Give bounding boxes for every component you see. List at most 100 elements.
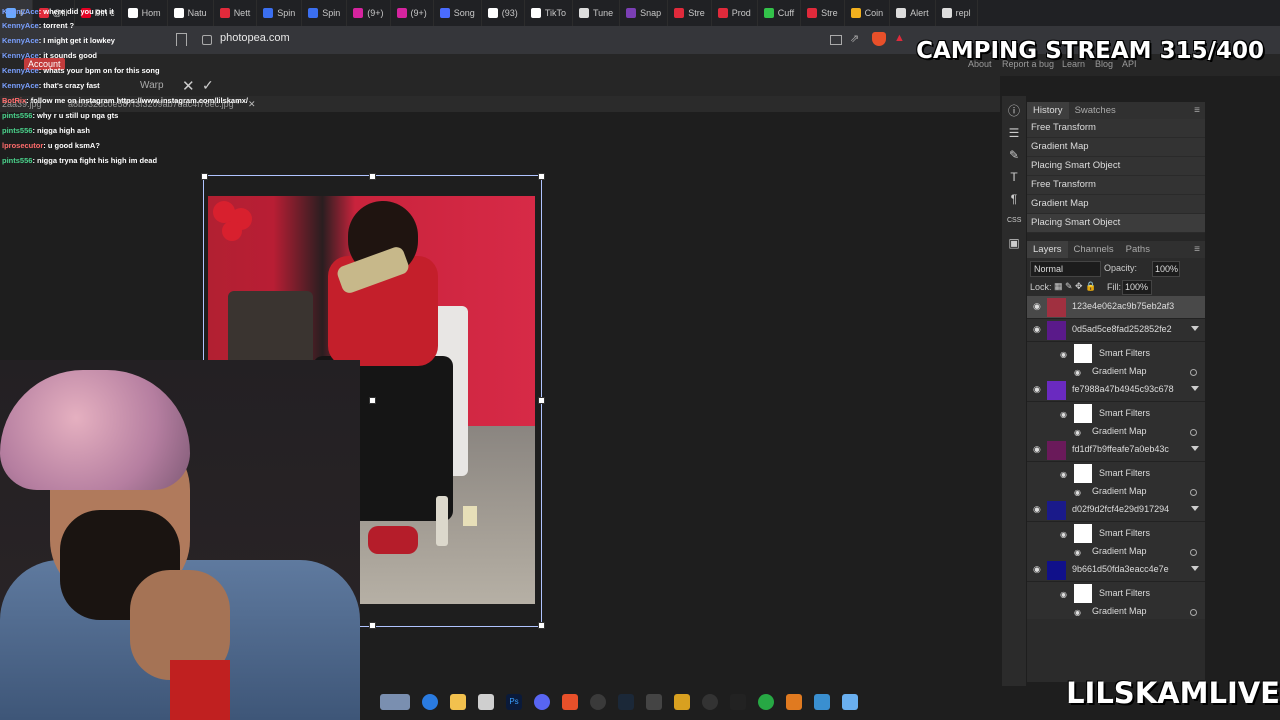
eye-icon[interactable]: ◉ [1060, 530, 1067, 539]
app-icon[interactable] [758, 694, 774, 710]
share-icon[interactable]: ⇗ [850, 32, 864, 46]
browser-tab[interactable]: (93) [482, 0, 525, 26]
eye-icon[interactable]: ◉ [1060, 470, 1067, 479]
discord-icon[interactable] [534, 694, 550, 710]
close-tab-icon[interactable]: ✕ [248, 99, 256, 110]
fill-field[interactable]: 100% [1122, 280, 1152, 295]
expand-arrow-icon[interactable] [1191, 506, 1199, 511]
gradient-map-filter-row[interactable]: ◉ Gradient Map [1027, 425, 1205, 439]
history-item[interactable]: Gradient Map [1027, 195, 1205, 214]
layer-row[interactable]: ◉ 0d5ad5ce8fad252852fe2 [1027, 319, 1205, 342]
transform-handle[interactable] [369, 622, 376, 629]
cast-icon[interactable] [830, 35, 842, 45]
history-item[interactable]: Placing Smart Object [1027, 157, 1205, 176]
filter-options-icon[interactable] [1190, 609, 1197, 616]
browser-tab[interactable]: (9+) [347, 0, 391, 26]
eye-icon[interactable]: ◉ [1033, 565, 1042, 574]
store-icon[interactable] [478, 694, 494, 710]
image-icon[interactable]: ▣ [1007, 236, 1021, 250]
expand-arrow-icon[interactable] [1191, 566, 1199, 571]
smart-filters-row[interactable]: ◉ Smart Filters [1027, 462, 1205, 485]
eye-icon[interactable]: ◉ [1074, 428, 1081, 437]
taskbar-app-icon[interactable] [380, 694, 410, 710]
browser-tab[interactable]: (9+) [391, 0, 434, 26]
transform-handle[interactable] [538, 397, 545, 404]
history-item[interactable]: Free Transform [1027, 176, 1205, 195]
smart-filters-row[interactable]: ◉ Smart Filters [1027, 402, 1205, 425]
properties-icon[interactable]: ☰ [1007, 126, 1021, 140]
eye-icon[interactable]: ◉ [1060, 350, 1067, 359]
gradient-map-filter-row[interactable]: ◉ Gradient Map [1027, 545, 1205, 559]
eye-icon[interactable]: ◉ [1074, 488, 1081, 497]
browser-tab[interactable]: Coin [845, 0, 891, 26]
eye-icon[interactable]: ◉ [1060, 410, 1067, 419]
smart-filters-row[interactable]: ◉ Smart Filters [1027, 342, 1205, 365]
obs-icon[interactable] [590, 694, 606, 710]
site-info-icon[interactable] [202, 35, 212, 45]
history-item[interactable]: Placing Smart Object [1027, 214, 1205, 233]
gradient-map-filter-row[interactable]: ◉ Gradient Map [1027, 365, 1205, 379]
browser-tab[interactable]: Tune [573, 0, 621, 26]
eye-icon[interactable]: ◉ [1033, 505, 1042, 514]
notepad-icon[interactable] [842, 694, 858, 710]
transform-handle[interactable] [369, 173, 376, 180]
layer-row[interactable]: ◉ fd1df7b9ffeafe7a0eb43c [1027, 439, 1205, 462]
eye-icon[interactable]: ◉ [1060, 590, 1067, 599]
brush-icon[interactable]: ✎ [1007, 148, 1021, 162]
filter-options-icon[interactable] [1190, 369, 1197, 376]
tab-layers[interactable]: Layers [1027, 241, 1068, 258]
app-icon[interactable] [674, 694, 690, 710]
layer-row[interactable]: ◉ d02f9d2fcf4e29d917294 [1027, 499, 1205, 522]
folder-icon[interactable] [450, 694, 466, 710]
brave-icon[interactable] [562, 694, 578, 710]
edge-icon[interactable] [422, 694, 438, 710]
transform-handle[interactable] [201, 173, 208, 180]
steam-icon[interactable] [618, 694, 634, 710]
eye-icon[interactable]: ◉ [1033, 302, 1042, 311]
app-icon[interactable] [786, 694, 802, 710]
gradient-map-filter-row[interactable]: ◉ Gradient Map [1027, 605, 1205, 619]
paragraph-icon[interactable]: ¶ [1007, 192, 1021, 206]
panel-menu-icon[interactable]: ≡ [1194, 105, 1200, 116]
browser-tab[interactable]: Spin [257, 0, 303, 26]
url-field[interactable]: photopea.com [220, 32, 290, 44]
opacity-field[interactable]: 100% [1152, 261, 1180, 277]
eye-icon[interactable]: ◉ [1074, 548, 1081, 557]
browser-tab[interactable]: Hom [122, 0, 168, 26]
transform-handle[interactable] [538, 622, 545, 629]
browser-tab[interactable]: Song [434, 0, 482, 26]
browser-tab[interactable]: Alert [890, 0, 936, 26]
eye-icon[interactable]: ◉ [1033, 445, 1042, 454]
bookmark-icon[interactable] [176, 33, 187, 46]
layer-row[interactable]: ◉ 9b661d50fda3eacc4e7e [1027, 559, 1205, 582]
gradient-map-filter-row[interactable]: ◉ Gradient Map [1027, 485, 1205, 499]
character-icon[interactable]: T [1007, 170, 1021, 184]
eye-icon[interactable]: ◉ [1033, 325, 1042, 334]
capcut-icon[interactable] [730, 694, 746, 710]
filter-options-icon[interactable] [1190, 429, 1197, 436]
browser-tab[interactable]: repl [936, 0, 978, 26]
browser-tab[interactable]: Spin [302, 0, 348, 26]
layer-row[interactable]: ◉ 123e4e062ac9b75eb2af3 [1027, 296, 1205, 319]
tab-swatches[interactable]: Swatches [1069, 102, 1122, 119]
app-icon[interactable] [814, 694, 830, 710]
app-icon[interactable] [646, 694, 662, 710]
smart-filters-row[interactable]: ◉ Smart Filters [1027, 522, 1205, 545]
smart-filters-row[interactable]: ◉ Smart Filters [1027, 582, 1205, 605]
brave-rewards-icon[interactable]: ▲ [894, 32, 908, 46]
browser-tab[interactable]: Stre [801, 0, 845, 26]
transform-handle[interactable] [538, 173, 545, 180]
commit-transform-icon[interactable]: ✓ [202, 77, 214, 94]
brave-shield-icon[interactable] [872, 32, 886, 46]
tab-paths[interactable]: Paths [1120, 241, 1156, 258]
browser-tab[interactable]: Prod [712, 0, 758, 26]
browser-tab[interactable]: Cuff [758, 0, 802, 26]
panel-menu-icon[interactable]: ≡ [1194, 244, 1200, 255]
expand-arrow-icon[interactable] [1191, 386, 1199, 391]
lock-icons[interactable]: ▦ ✎ ✥ 🔒 [1054, 281, 1096, 292]
browser-tab[interactable]: Snap [620, 0, 669, 26]
history-item[interactable]: Gradient Map [1027, 138, 1205, 157]
filter-options-icon[interactable] [1190, 489, 1197, 496]
layer-row[interactable]: ◉ fe7988a47b4945c93c678 [1027, 379, 1205, 402]
blend-mode-select[interactable]: Normal [1030, 261, 1101, 277]
